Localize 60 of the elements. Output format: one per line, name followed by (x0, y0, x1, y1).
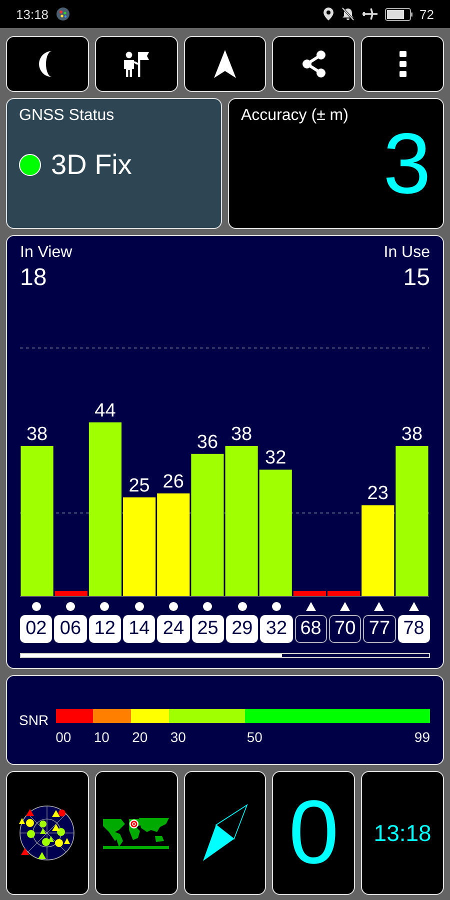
in-view-count: 18 (20, 264, 48, 292)
in-use-label: In Use (384, 244, 430, 262)
satellite-id: 12 (88, 615, 121, 643)
share-button[interactable] (272, 36, 356, 92)
snr-value: 25 (128, 475, 150, 496)
battery-icon (384, 8, 413, 20)
satellite-id: 32 (260, 615, 293, 643)
in-view-label: In View (20, 244, 72, 262)
satellite-id: 25 (192, 615, 224, 643)
airplane-icon (362, 7, 378, 21)
satellite-id: 02 (20, 615, 52, 643)
accuracy-value: 3 (383, 121, 431, 207)
world-map-drawing (101, 815, 172, 851)
in-use-count: 15 (403, 264, 430, 292)
snr-value: 38 (26, 424, 48, 445)
toolbar-button[interactable] (6, 36, 89, 92)
sky-plot-drawing (18, 804, 76, 862)
compass-needle-icon (200, 804, 249, 862)
toolbar-button[interactable] (184, 36, 266, 92)
accuracy-title: Accuracy (± m) (241, 107, 350, 125)
person-flag-icon (122, 50, 150, 78)
satellite-id: 14 (122, 615, 156, 643)
satellite-id: 70 (328, 615, 362, 643)
snr-value: 38 (230, 424, 252, 445)
legend-value: 99 (414, 729, 430, 745)
legend-value: 10 (94, 729, 110, 745)
snr-value: 23 (367, 483, 388, 504)
gnss-status-title: GNSS Status (19, 107, 116, 125)
share-icon (300, 50, 328, 78)
location-icon (322, 7, 334, 21)
snr-value: 44 (94, 400, 116, 422)
legend-value: 50 (246, 729, 262, 745)
satellite-id: 68 (294, 615, 327, 643)
world-map-button[interactable] (94, 771, 178, 895)
satellite-id: 77 (363, 615, 396, 643)
satellite-id: 29 (226, 615, 258, 643)
compass-button[interactable] (184, 771, 266, 895)
satellite-id: 24 (157, 615, 190, 643)
legend-value: 00 (56, 729, 72, 745)
snr-label: SNR (19, 712, 49, 728)
snr-value: 38 (401, 424, 423, 445)
navigation-arrow-icon (212, 49, 237, 79)
clock-time: 13:18 (374, 820, 432, 846)
speed-value: 0 (288, 788, 339, 878)
more-icon (398, 51, 407, 77)
legend-value: 20 (132, 729, 148, 745)
muted-bell-icon (340, 7, 355, 21)
satellite-id: 06 (54, 615, 87, 643)
snr-value: 26 (162, 471, 184, 492)
snr-value: 32 (265, 448, 286, 469)
snr-value: 36 (196, 432, 218, 453)
battery-level: 72 (420, 6, 434, 22)
app-icon (56, 7, 70, 21)
satellite-id: 78 (398, 615, 430, 643)
toolbar-button[interactable] (94, 36, 178, 92)
fix-status: 3D Fix (51, 149, 132, 181)
more-button[interactable] (361, 36, 444, 92)
legend-value: 30 (170, 729, 186, 745)
status-time: 13:18 (16, 6, 49, 22)
sky-plot-button[interactable] (6, 771, 89, 895)
